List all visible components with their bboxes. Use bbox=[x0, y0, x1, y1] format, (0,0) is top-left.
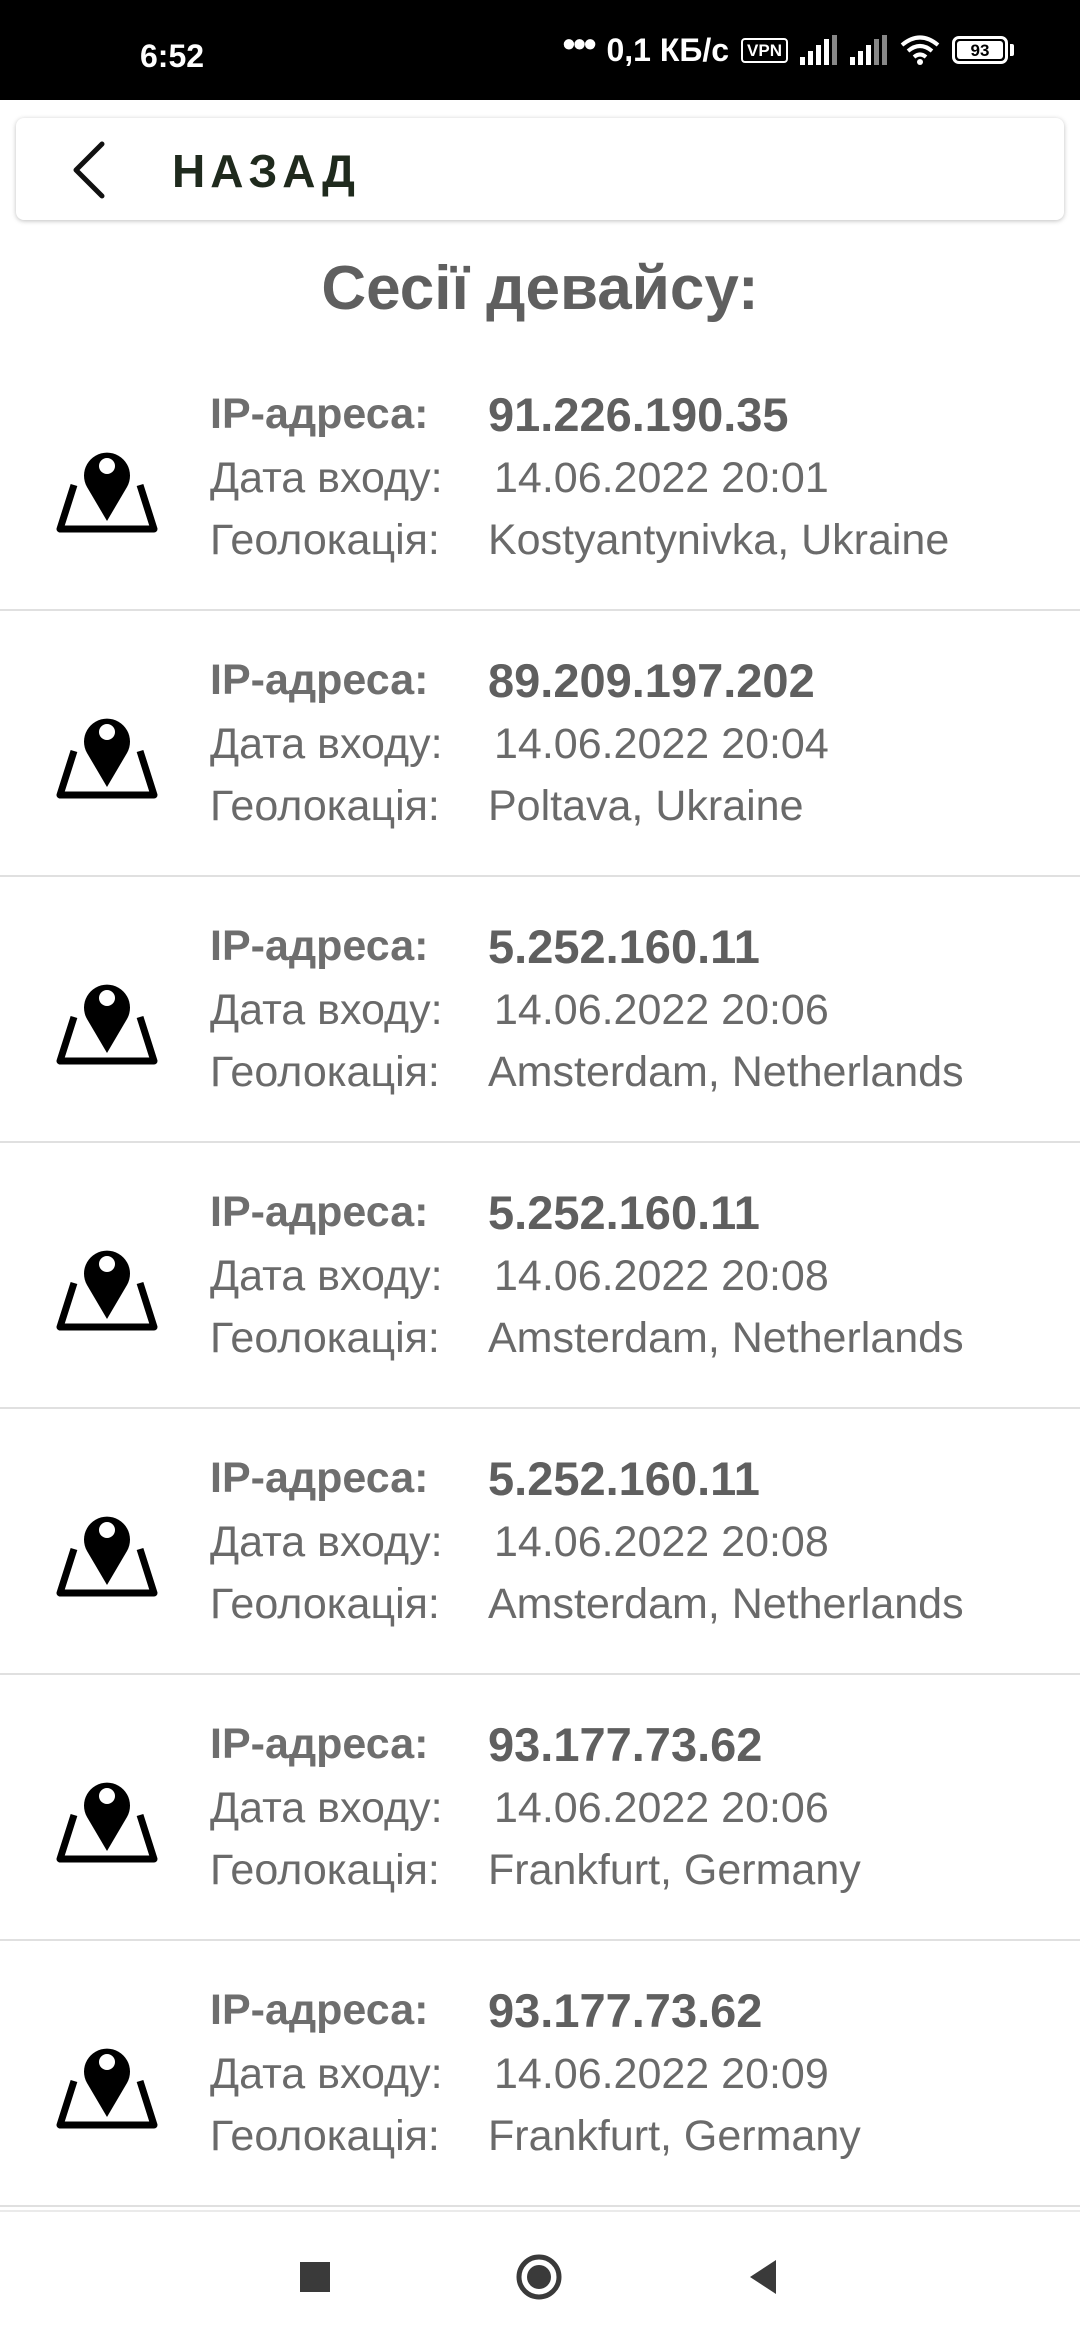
geo-value: Amsterdam, Netherlands bbox=[488, 1580, 964, 1628]
back-button[interactable]: НАЗАД bbox=[16, 118, 1064, 220]
triangle-left-icon[interactable] bbox=[738, 2252, 788, 2302]
date-value: 14.06.2022 20:06 bbox=[494, 986, 829, 1034]
status-time: 6:52 bbox=[140, 38, 205, 74]
ip-label: IP-адреса: bbox=[210, 922, 429, 970]
ip-value: 93.177.73.62 bbox=[488, 1984, 763, 2037]
date-value: 14.06.2022 20:08 bbox=[494, 1518, 829, 1566]
geo-value: Amsterdam, Netherlands bbox=[488, 1048, 964, 1096]
geo-value: Frankfurt, Germany bbox=[488, 1846, 861, 1894]
battery-icon: 93 bbox=[952, 36, 1014, 64]
signal-icon bbox=[800, 35, 837, 65]
session-item: IP-адреса: 5.252.160.11 Дата входу: 14.0… bbox=[0, 1409, 1080, 1675]
geo-label: Геолокація: bbox=[210, 2112, 440, 2160]
geo-value: Frankfurt, Germany bbox=[488, 2112, 861, 2160]
chevron-left-icon bbox=[73, 141, 105, 199]
map-pin-icon bbox=[56, 2048, 158, 2129]
system-nav-bar bbox=[0, 2210, 1080, 2340]
sessions-list: IP-адреса: 91.226.190.35 Дата входу: 14.… bbox=[0, 345, 1080, 2207]
date-label: Дата входу: bbox=[210, 1252, 443, 1300]
session-item: IP-адреса: 91.226.190.35 Дата входу: 14.… bbox=[0, 345, 1080, 611]
notification-dots: ••• bbox=[562, 23, 597, 64]
ip-label: IP-адреса: bbox=[210, 656, 429, 704]
geo-value: Amsterdam, Netherlands bbox=[488, 1314, 964, 1362]
battery-level: 93 bbox=[957, 41, 1003, 60]
status-icons: ••• 0,1 КБ/с VPN 93 bbox=[563, 26, 1014, 70]
date-label: Дата входу: bbox=[210, 454, 443, 502]
ip-value: 93.177.73.62 bbox=[488, 1718, 763, 1771]
ip-value: 91.226.190.35 bbox=[488, 388, 789, 441]
map-pin-icon bbox=[56, 1516, 158, 1597]
map-pin-icon bbox=[56, 984, 158, 1065]
date-label: Дата входу: bbox=[210, 2050, 443, 2098]
ip-value: 89.209.197.202 bbox=[488, 654, 815, 707]
wifi-icon bbox=[900, 35, 940, 65]
geo-label: Геолокація: bbox=[210, 1048, 440, 1096]
map-pin-icon bbox=[56, 718, 158, 799]
geo-label: Геолокація: bbox=[210, 1580, 440, 1628]
page-title: Сесії девайсу: bbox=[321, 254, 759, 323]
date-label: Дата входу: bbox=[210, 1518, 443, 1566]
ip-value: 5.252.160.11 bbox=[488, 1186, 760, 1239]
ip-value: 5.252.160.11 bbox=[488, 1452, 760, 1505]
session-item: IP-адреса: 5.252.160.11 Дата входу: 14.0… bbox=[0, 1143, 1080, 1409]
geo-label: Геолокація: bbox=[210, 1846, 440, 1894]
ip-label: IP-адреса: bbox=[210, 390, 429, 438]
session-item: IP-адреса: 89.209.197.202 Дата входу: 14… bbox=[0, 611, 1080, 877]
date-value: 14.06.2022 20:01 bbox=[494, 454, 829, 502]
ip-label: IP-адреса: bbox=[210, 1986, 429, 2034]
map-pin-icon bbox=[56, 1782, 158, 1863]
geo-value: Kostyantynivka, Ukraine bbox=[488, 516, 950, 564]
geo-label: Геолокація: bbox=[210, 782, 440, 830]
geo-label: Геолокація: bbox=[210, 516, 440, 564]
signal-icon-2 bbox=[850, 35, 887, 65]
date-value: 14.06.2022 20:09 bbox=[494, 2050, 829, 2098]
session-item: IP-адреса: 5.252.160.11 Дата входу: 14.0… bbox=[0, 877, 1080, 1143]
date-value: 14.06.2022 20:08 bbox=[494, 1252, 829, 1300]
geo-value: Poltava, Ukraine bbox=[488, 782, 804, 830]
ip-label: IP-адреса: bbox=[210, 1720, 429, 1768]
ip-label: IP-адреса: bbox=[210, 1454, 429, 1502]
date-label: Дата входу: bbox=[210, 720, 443, 768]
date-value: 14.06.2022 20:04 bbox=[494, 720, 829, 768]
map-pin-icon bbox=[56, 452, 158, 533]
back-label: НАЗАД bbox=[172, 145, 360, 197]
status-bar: 6:52 ••• 0,1 КБ/с VPN 93 bbox=[0, 0, 1080, 100]
date-label: Дата входу: bbox=[210, 986, 443, 1034]
map-pin-icon bbox=[56, 1250, 158, 1331]
geo-label: Геолокація: bbox=[210, 1314, 440, 1362]
circle-icon[interactable] bbox=[514, 2252, 564, 2302]
session-item: IP-адреса: 93.177.73.62 Дата входу: 14.0… bbox=[0, 1941, 1080, 2207]
network-speed: 0,1 КБ/с bbox=[606, 32, 730, 68]
date-label: Дата входу: bbox=[210, 1784, 443, 1832]
square-icon[interactable] bbox=[290, 2252, 340, 2302]
ip-value: 5.252.160.11 bbox=[488, 920, 760, 973]
vpn-badge: VPN bbox=[741, 37, 788, 63]
ip-label: IP-адреса: bbox=[210, 1188, 429, 1236]
session-item: IP-адреса: 93.177.73.62 Дата входу: 14.0… bbox=[0, 1675, 1080, 1941]
date-value: 14.06.2022 20:06 bbox=[494, 1784, 829, 1832]
